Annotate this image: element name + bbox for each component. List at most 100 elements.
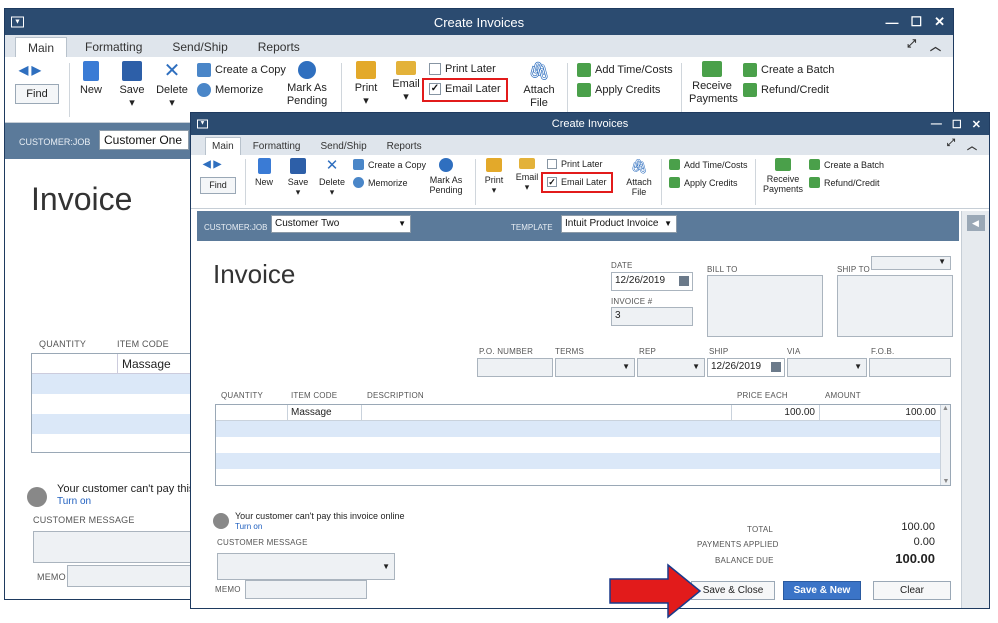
receive-payments-button[interactable]: Receive Payments xyxy=(689,61,738,105)
window-menu-icon[interactable]: ▼ xyxy=(11,16,24,28)
table-row[interactable] xyxy=(216,421,950,437)
po-number-field[interactable] xyxy=(477,358,553,377)
mark-as-pending-button[interactable]: Mark As Pending xyxy=(285,61,329,107)
minimize-icon[interactable]: — xyxy=(931,118,942,130)
invoice-number-field[interactable]: 3 xyxy=(611,307,693,326)
calendar-icon[interactable] xyxy=(679,276,689,286)
customer-job-dropdown[interactable]: Customer Two ▼ xyxy=(271,215,411,233)
delete-button[interactable]: ✕ Delete ▾ xyxy=(155,61,189,109)
table-row[interactable] xyxy=(216,453,950,469)
find-button[interactable]: Find xyxy=(200,177,236,194)
new-button[interactable]: New xyxy=(77,61,105,97)
print-later-checkbox[interactable]: Print Later xyxy=(429,63,496,75)
item-code-cell[interactable]: Massage xyxy=(288,405,362,420)
scroll-up-icon[interactable]: ▲ xyxy=(941,405,950,412)
table-row[interactable]: Massage xyxy=(32,354,194,374)
new-button[interactable]: New xyxy=(251,158,277,187)
close-icon[interactable]: ✕ xyxy=(934,14,945,30)
collapse-ribbon-icon[interactable]: ︿ xyxy=(967,138,977,153)
create-batch-button[interactable]: Create a Batch xyxy=(743,63,834,77)
customer-message-dropdown[interactable]: ▼ xyxy=(217,553,395,580)
refund-credit-button[interactable]: Refund/Credit xyxy=(743,83,829,97)
print-button[interactable]: Print ▾ xyxy=(481,158,507,196)
minimize-icon[interactable]: — xyxy=(885,15,898,30)
fob-field[interactable] xyxy=(869,358,951,377)
turn-on-link[interactable]: Turn on xyxy=(235,522,262,531)
scroll-down-icon[interactable]: ▼ xyxy=(941,478,951,485)
delete-button[interactable]: ✕ Delete ▾ xyxy=(317,158,347,198)
print-button[interactable]: Print ▾ xyxy=(351,61,381,107)
quantity-cell[interactable] xyxy=(216,405,288,420)
receive-payments-button[interactable]: Receive Payments xyxy=(761,158,805,195)
attach-file-button[interactable]: 🖇 Attach File xyxy=(623,158,655,198)
attach-file-button[interactable]: 🖇 Attach File xyxy=(523,61,555,109)
create-batch-button[interactable]: Create a Batch xyxy=(809,159,884,170)
tab-main[interactable]: Main xyxy=(205,137,241,155)
apply-credits-button[interactable]: Apply Credits xyxy=(669,177,738,188)
save-new-button[interactable]: Save & New xyxy=(783,581,861,600)
back-item-cell[interactable]: Massage xyxy=(118,354,171,373)
window-menu-icon[interactable]: ▼ xyxy=(197,119,208,129)
add-time-costs-button[interactable]: Add Time/Costs xyxy=(669,159,748,170)
date-field[interactable]: 12/26/2019 xyxy=(611,272,693,291)
mark-as-pending-button[interactable]: Mark As Pending xyxy=(425,158,467,196)
create-copy-button[interactable]: Create a Copy xyxy=(197,63,286,77)
table-row[interactable] xyxy=(32,374,194,394)
refund-credit-button[interactable]: Refund/Credit xyxy=(809,177,880,188)
table-row[interactable] xyxy=(216,469,950,485)
tab-formatting[interactable]: Formatting xyxy=(245,137,309,155)
expand-icon[interactable]: ⤢ xyxy=(907,38,916,54)
via-dropdown[interactable]: ▼ xyxy=(787,358,867,377)
tab-reports[interactable]: Reports xyxy=(379,137,430,155)
maximize-icon[interactable]: ☐ xyxy=(910,14,922,30)
back-customer-job-field[interactable]: Customer One xyxy=(99,130,189,150)
calendar-icon[interactable] xyxy=(771,362,781,372)
terms-dropdown[interactable]: ▼ xyxy=(555,358,635,377)
rep-dropdown[interactable]: ▼ xyxy=(637,358,705,377)
apply-credits-button[interactable]: Apply Credits xyxy=(577,83,660,97)
bill-to-field[interactable] xyxy=(707,275,823,337)
tab-send-ship[interactable]: Send/Ship xyxy=(312,137,374,155)
ship-to-field[interactable] xyxy=(837,275,953,337)
tab-send-ship[interactable]: Send/Ship xyxy=(160,37,239,57)
table-row[interactable] xyxy=(32,414,194,434)
add-time-costs-button[interactable]: Add Time/Costs xyxy=(577,63,673,77)
close-icon[interactable]: ✕ xyxy=(972,118,981,131)
memo-field[interactable] xyxy=(245,580,367,599)
template-dropdown[interactable]: Intuit Product Invoice ▼ xyxy=(561,215,677,233)
memorize-button[interactable]: Memorize xyxy=(197,83,263,97)
table-row[interactable]: Massage 100.00 100.00 xyxy=(216,405,950,421)
table-scrollbar[interactable]: ▲ ▼ xyxy=(940,405,950,485)
save-button[interactable]: Save ▾ xyxy=(117,61,147,109)
tab-main[interactable]: Main xyxy=(15,37,68,57)
clear-button[interactable]: Clear xyxy=(873,581,951,600)
nav-arrows-icon[interactable]: ◀ ▶ xyxy=(19,63,41,77)
save-button[interactable]: Save ▾ xyxy=(285,158,311,198)
create-copy-button[interactable]: Create a Copy xyxy=(353,159,426,170)
email-button[interactable]: Email ▾ xyxy=(513,158,541,193)
print-later-check[interactable] xyxy=(429,63,441,75)
ship-date-field[interactable]: 12/26/2019 xyxy=(707,358,785,377)
amount-cell[interactable]: 100.00 xyxy=(820,405,940,420)
memorize-button[interactable]: Memorize xyxy=(353,177,408,188)
save-close-button[interactable]: Save & Close xyxy=(691,581,775,600)
price-each-cell[interactable]: 100.00 xyxy=(732,405,820,420)
nav-arrows-icon[interactable]: ◀ ▶ xyxy=(203,159,221,170)
tab-formatting[interactable]: Formatting xyxy=(73,37,154,57)
tab-reports[interactable]: Reports xyxy=(246,37,312,57)
description-cell[interactable] xyxy=(362,405,732,420)
expand-icon[interactable]: ⤢ xyxy=(947,138,955,153)
back-memo-field[interactable] xyxy=(67,565,193,587)
back-turn-on-link[interactable]: Turn on xyxy=(57,496,91,507)
maximize-icon[interactable]: ☐ xyxy=(952,118,962,131)
print-later-check[interactable] xyxy=(547,159,557,169)
find-button[interactable]: Find xyxy=(15,84,59,104)
ship-to-dropdown[interactable]: ▼ xyxy=(871,256,951,270)
side-panel-toggle[interactable]: ◀ xyxy=(961,211,989,608)
back-customer-message-field[interactable] xyxy=(33,531,193,563)
table-row[interactable] xyxy=(32,394,194,414)
table-row[interactable] xyxy=(216,437,950,453)
collapse-ribbon-icon[interactable]: ︿ xyxy=(930,38,941,54)
print-later-checkbox[interactable]: Print Later xyxy=(547,159,603,169)
email-button[interactable]: Email ▾ xyxy=(391,61,421,103)
